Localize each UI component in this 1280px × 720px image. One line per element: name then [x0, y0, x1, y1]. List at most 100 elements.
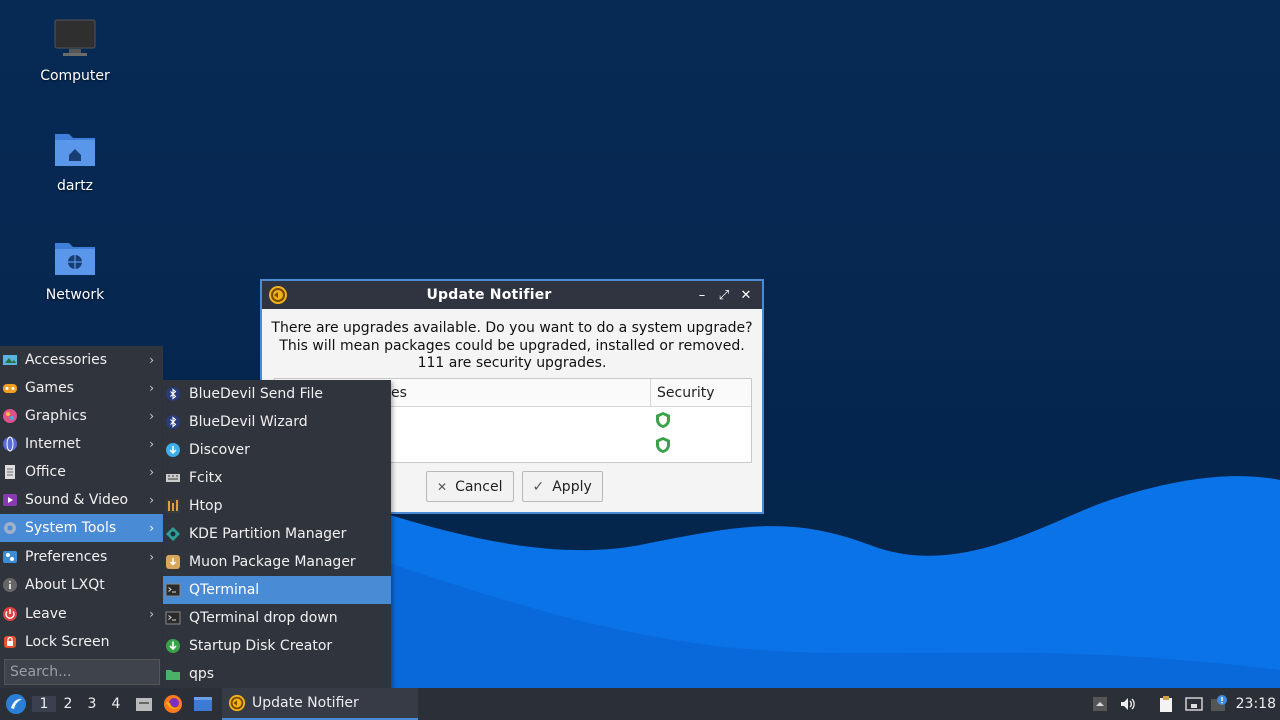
submenu-item-bluedevil-wizard[interactable]: BlueDevil Wizard [163, 408, 391, 436]
start-menu-button[interactable] [0, 688, 32, 720]
terminal-icon [165, 610, 181, 626]
dialog-titlebar[interactable]: Update Notifier – ⤢ ✕ [262, 281, 762, 309]
update-notifier-icon [269, 286, 287, 304]
games-icon [2, 380, 18, 396]
menu-item-games[interactable]: Games › [0, 374, 163, 402]
chevron-up-icon [1093, 697, 1107, 711]
update-available-icon [1211, 695, 1227, 711]
menu-item-lock-screen[interactable]: Lock Screen [0, 628, 163, 656]
internet-icon [2, 436, 18, 452]
clipboard-button[interactable] [1154, 688, 1178, 720]
update-notifier-icon [228, 694, 246, 712]
dialog-title: Update Notifier [426, 287, 552, 303]
menu-item-label: System Tools [25, 520, 117, 536]
desktop-icon-home[interactable]: dartz [20, 128, 130, 194]
search-placeholder: Search... [10, 664, 72, 680]
workspace-4[interactable]: 4 [104, 696, 128, 712]
power-icon [2, 606, 18, 622]
minimize-button[interactable]: – [692, 285, 712, 305]
submenu-item-fcitx[interactable]: Fcitx [163, 464, 391, 492]
menu-item-sound-video[interactable]: Sound & Video › [0, 486, 163, 514]
submenu-item-label: Discover [189, 442, 250, 458]
htop-icon [165, 498, 181, 514]
bluetooth-icon [165, 386, 181, 402]
submenu-item-label: QTerminal [189, 582, 260, 598]
message-line: There are upgrades available. Do you wan… [271, 320, 753, 336]
desktop-icon-network[interactable]: Network [20, 237, 130, 303]
submenu-item-qterminal[interactable]: QTerminal [163, 576, 391, 604]
clock[interactable]: 23:18 [1236, 688, 1276, 720]
menu-item-label: Office [25, 464, 66, 480]
system-tools-icon [2, 520, 18, 536]
network-tray-button[interactable] [1182, 688, 1206, 720]
menu-item-internet[interactable]: Internet › [0, 430, 163, 458]
menu-item-label: Leave [25, 606, 67, 622]
network-folder-icon [55, 243, 95, 275]
cancel-icon: ✕ [437, 479, 448, 494]
menu-item-office[interactable]: Office › [0, 458, 163, 486]
update-tray-button[interactable] [1208, 688, 1230, 720]
volume-button[interactable] [1116, 688, 1140, 720]
show-desktop-icon [194, 697, 212, 711]
submenu-item-label: Muon Package Manager [189, 554, 356, 570]
menu-item-label: Lock Screen [25, 634, 110, 650]
file-manager-launcher[interactable] [130, 688, 158, 720]
tray-expand-button[interactable] [1090, 688, 1110, 720]
terminal-icon [165, 582, 181, 598]
maximize-button[interactable]: ⤢ [714, 285, 734, 305]
submenu-item-bluedevil-send-file[interactable]: BlueDevil Send File [163, 380, 391, 408]
computer-icon [54, 19, 96, 56]
column-header-security[interactable]: Security [651, 379, 715, 406]
taskbar: 1 2 3 4 Update Notifier 23:18 [0, 688, 1280, 720]
cancel-button[interactable]: ✕ Cancel [426, 471, 514, 502]
menu-item-about[interactable]: About LXQt [0, 571, 163, 599]
desktop-icon-label: Network [45, 287, 105, 303]
submenu-item-htop[interactable]: Htop [163, 492, 391, 520]
submenu-item-label: BlueDevil Wizard [189, 414, 308, 430]
workspace-1[interactable]: 1 [32, 696, 56, 712]
menu-item-system-tools[interactable]: System Tools › [0, 514, 163, 542]
submenu-item-discover[interactable]: Discover [163, 436, 391, 464]
menu-item-graphics[interactable]: Graphics › [0, 402, 163, 430]
close-button[interactable]: ✕ [736, 285, 756, 305]
dialog-message: There are upgrades available. Do you wan… [262, 309, 762, 373]
clipboard-icon [1160, 696, 1172, 712]
preferences-icon [2, 549, 18, 565]
home-folder-icon [55, 134, 95, 166]
volume-icon [1121, 698, 1135, 710]
table-cell [651, 407, 671, 432]
discover-icon [165, 442, 181, 458]
apply-button[interactable]: ✓ Apply [521, 471, 603, 502]
qps-icon [165, 666, 181, 682]
security-shield-icon [656, 411, 670, 428]
menu-item-preferences[interactable]: Preferences › [0, 543, 163, 571]
submenu-item-qterminal-drop-down[interactable]: QTerminal drop down [163, 604, 391, 632]
chevron-right-icon: › [149, 409, 154, 423]
submenu-item-label: Fcitx [189, 470, 223, 486]
submenu-item-muon-package-manager[interactable]: Muon Package Manager [163, 548, 391, 576]
submenu-item-qps[interactable]: qps [163, 660, 391, 688]
submenu-item-startup-disk-creator[interactable]: Startup Disk Creator [163, 632, 391, 660]
chevron-right-icon: › [149, 493, 154, 507]
bluetooth-icon [165, 414, 181, 430]
workspace-2[interactable]: 2 [56, 696, 80, 712]
submenu-item-kde-partition-manager[interactable]: KDE Partition Manager [163, 520, 391, 548]
desktop-icon-computer[interactable]: Computer [20, 18, 130, 84]
menu-item-accessories[interactable]: Accessories › [0, 346, 163, 374]
show-desktop-button[interactable] [188, 688, 218, 720]
workspace-3[interactable]: 3 [80, 696, 104, 712]
accessories-icon [2, 352, 18, 368]
office-icon [2, 464, 18, 480]
firefox-launcher[interactable] [158, 688, 188, 720]
lubuntu-logo-icon [6, 694, 26, 714]
menu-search-input[interactable]: Search... [4, 659, 160, 685]
menu-item-label: Accessories [25, 352, 108, 368]
submenu-item-label: BlueDevil Send File [189, 386, 324, 402]
main-menu: Accessories › Games › Graphics › Interne… [0, 346, 163, 688]
menu-item-leave[interactable]: Leave › [0, 600, 163, 628]
menu-item-label: Internet [25, 436, 81, 452]
menu-item-label: Games [25, 380, 74, 396]
message-line: 111 are security upgrades. [417, 355, 607, 371]
taskbar-task-update-notifier[interactable]: Update Notifier [222, 688, 418, 720]
menu-item-label: Graphics [25, 408, 87, 424]
